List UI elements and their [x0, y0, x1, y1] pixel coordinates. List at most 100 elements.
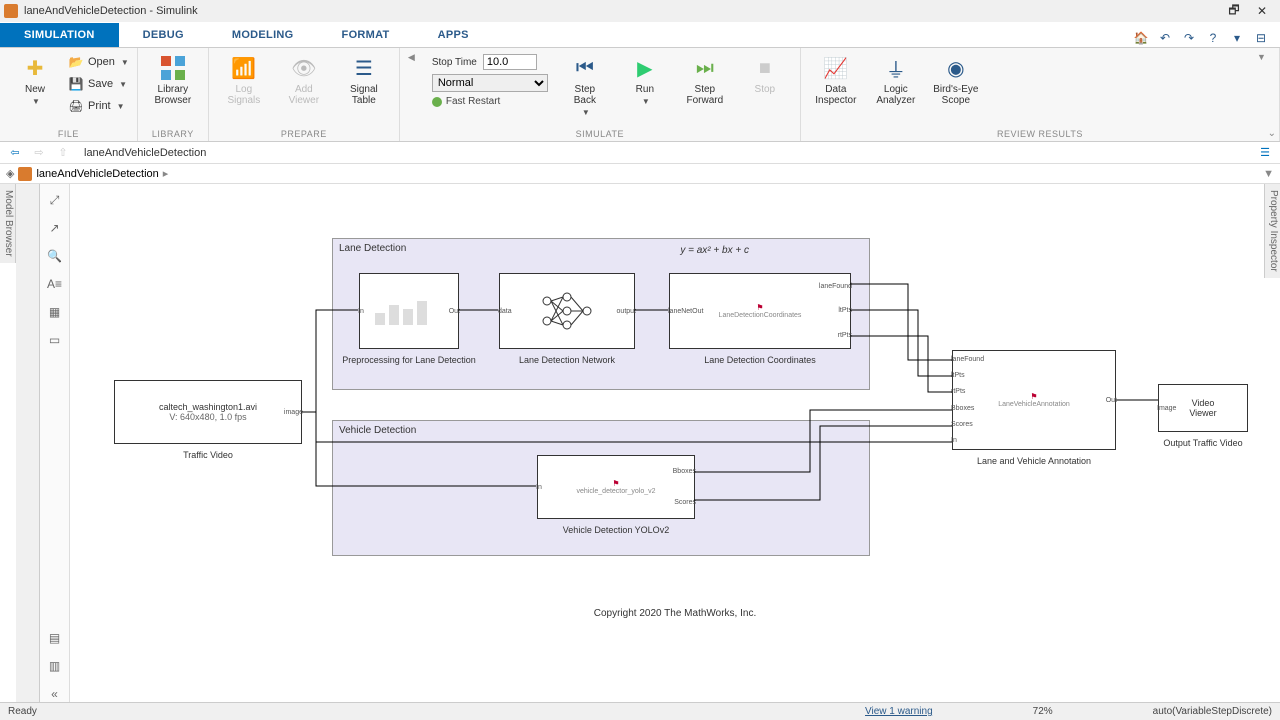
save-button[interactable]: 💾Save▼: [68, 74, 129, 94]
add-viewer-button[interactable]: 👁Add Viewer: [277, 52, 331, 108]
toolstrip: ✚ New ▼ 📂Open▼ 💾Save▼ 🖨Print▼ FILE Libra…: [0, 48, 1280, 142]
library-browser-button[interactable]: Library Browser: [146, 52, 200, 108]
window-title-sep: -: [146, 5, 156, 17]
block-vehicle-yolo[interactable]: In BboxesScores ⚑ vehicle_detector_yolo_…: [537, 455, 695, 519]
undo-icon[interactable]: ↶: [1156, 29, 1174, 47]
nav-back-button[interactable]: ⇦: [6, 144, 24, 162]
window-title-suffix: Simulink: [156, 5, 198, 17]
fast-restart-icon: [432, 97, 442, 107]
table-icon: ☰: [350, 54, 378, 82]
home-icon[interactable]: 🏠: [1132, 29, 1150, 47]
block-video-viewer[interactable]: Image Video Viewer: [1158, 384, 1248, 432]
block-annotation-label: Lane and Vehicle Annotation: [977, 456, 1091, 466]
tab-apps[interactable]: APPS: [414, 23, 493, 47]
area-tool-icon[interactable]: ▭: [47, 332, 63, 348]
log-signals-button[interactable]: 📶Log Signals: [217, 52, 271, 108]
stop-icon: ■: [751, 54, 779, 82]
view-options-icon[interactable]: ☰: [1256, 144, 1274, 162]
minimize-ribbon-icon[interactable]: ⊟: [1252, 29, 1270, 47]
data-inspector-button[interactable]: 📈Data Inspector: [809, 52, 863, 108]
status-zoom[interactable]: 72%: [1033, 706, 1053, 717]
model-canvas[interactable]: Lane Detection y = ax² + bx + c In Out P…: [70, 184, 1280, 702]
breadcrumb-bar: ◈ laneAndVehicleDetection ▸ ▼: [0, 164, 1280, 184]
tab-format[interactable]: FORMAT: [318, 23, 414, 47]
tab-modeling[interactable]: MODELING: [208, 23, 318, 47]
window-title-app: laneAndVehicleDetection: [24, 5, 146, 17]
step-back-icon: ⏮: [571, 54, 599, 82]
prev-config-button[interactable]: ◀: [408, 52, 422, 63]
block-preprocessing-label: Preprocessing for Lane Detection: [342, 355, 476, 365]
lane-equation: y = ax² + bx + c: [680, 245, 749, 256]
group-prepare: 📶Log Signals 👁Add Viewer ☰Signal Table P…: [209, 48, 400, 141]
subsystem-vehicle-detection[interactable]: Vehicle Detection In BboxesScores ⚑ vehi…: [332, 420, 870, 556]
library-icon: [159, 54, 187, 82]
annotation-tool-icon[interactable]: A≡: [47, 276, 63, 292]
status-bar: Ready View 1 warning 72% auto(VariableSt…: [0, 702, 1280, 720]
step-forward-button[interactable]: ⏭Step Forward: [678, 52, 732, 108]
palette-item-2-icon[interactable]: ▥: [47, 658, 63, 674]
block-lane-coordinates-label: Lane Detection Coordinates: [704, 355, 816, 365]
open-button[interactable]: 📂Open▼: [68, 52, 129, 72]
arrow-tool-icon[interactable]: ↗: [47, 220, 63, 236]
group-simulate: ◀ Stop Time Normal Fast Restart ⏮Step Ba…: [400, 48, 801, 141]
help-dropdown-icon[interactable]: ▾: [1228, 29, 1246, 47]
close-button[interactable]: ✕: [1248, 1, 1276, 21]
status-warning[interactable]: View 1 warning: [865, 706, 933, 717]
model-icon: [18, 167, 32, 181]
breadcrumb-root[interactable]: laneAndVehicleDetection: [36, 168, 158, 180]
step-back-button[interactable]: ⏮Step Back▼: [558, 52, 612, 119]
image-tool-icon[interactable]: ▦: [47, 304, 63, 320]
breadcrumb-chevron-icon[interactable]: ▸: [163, 167, 169, 180]
preprocessing-thumb-icon: [369, 291, 449, 331]
block-preprocessing[interactable]: In Out: [359, 273, 459, 349]
stop-button[interactable]: ■Stop: [738, 52, 792, 97]
block-vehicle-yolo-label: Vehicle Detection YOLOv2: [563, 525, 669, 535]
subsystem-lane-title: Lane Detection: [339, 243, 406, 254]
more-review-button[interactable]: ▼: [1257, 52, 1266, 62]
model-hierarchy-icon[interactable]: ◈: [6, 167, 14, 180]
run-button[interactable]: ▶Run▼: [618, 52, 672, 108]
print-button[interactable]: 🖨Print▼: [68, 96, 129, 116]
canvas-palette: ⤢ ↗ 🔍 A≡ ▦ ▭ ▤ ▥ «: [40, 184, 70, 702]
folder-icon: 📂: [68, 54, 84, 70]
canvas-wrap: ⤢ ↗ 🔍 A≡ ▦ ▭ ▤ ▥ « Lane Detection y = ax…: [40, 184, 1280, 702]
block-lane-coordinates[interactable]: laneNetOut laneFoundltPtsrtPts ⚑ LaneDet…: [669, 273, 851, 349]
palette-item-1-icon[interactable]: ▤: [47, 630, 63, 646]
play-icon: ▶: [631, 54, 659, 82]
palette-collapse-icon[interactable]: «: [47, 686, 63, 702]
tab-simulation[interactable]: SIMULATION: [0, 23, 119, 47]
redo-icon[interactable]: ↷: [1180, 29, 1198, 47]
signal-icon: 📶: [230, 54, 258, 82]
property-inspector-tab[interactable]: Property Inspector: [1264, 184, 1280, 278]
fast-restart-toggle[interactable]: Fast Restart: [432, 96, 548, 107]
model-browser-tab[interactable]: Model Browser: [0, 184, 16, 263]
restore-button[interactable]: 🗗: [1220, 1, 1248, 21]
block-lane-network[interactable]: data output: [499, 273, 635, 349]
zoom-fit-icon[interactable]: ⤢: [47, 192, 63, 208]
block-annotation[interactable]: laneFoundltPtsrtPts BboxesScoresIn Out ⚑…: [952, 350, 1116, 450]
breadcrumb-dropdown-icon[interactable]: ▼: [1263, 168, 1274, 180]
group-library: Library Browser LIBRARY: [138, 48, 209, 141]
block-traffic-video-label: Traffic Video: [183, 450, 233, 460]
block-traffic-video[interactable]: caltech_washington1.avi V: 640x480, 1.0 …: [114, 380, 302, 444]
logic-analyzer-button[interactable]: ⏚Logic Analyzer: [869, 52, 923, 108]
nav-strip: ⇦ ⇨ ⇧ laneAndVehicleDetection ☰: [0, 142, 1280, 164]
nav-title: laneAndVehicleDetection: [84, 147, 206, 159]
subsystem-vehicle-title: Vehicle Detection: [339, 425, 416, 436]
stop-time-input[interactable]: [483, 54, 537, 70]
data-inspector-icon: 📈: [822, 54, 850, 82]
expand-ribbon-icon[interactable]: ⌄: [1268, 128, 1276, 139]
status-solver[interactable]: auto(VariableStepDiscrete): [1153, 706, 1272, 717]
sim-mode-select[interactable]: Normal: [432, 74, 548, 92]
tab-debug[interactable]: DEBUG: [119, 23, 208, 47]
signal-table-button[interactable]: ☰Signal Table: [337, 52, 391, 108]
zoom-tool-icon[interactable]: 🔍: [47, 248, 63, 264]
subsystem-lane-detection[interactable]: Lane Detection y = ax² + bx + c In Out P…: [332, 238, 870, 390]
block-video-viewer-label: Output Traffic Video: [1163, 438, 1242, 448]
status-ready: Ready: [8, 706, 37, 717]
viewer-icon: 👁: [290, 54, 318, 82]
block-lane-network-label: Lane Detection Network: [519, 355, 615, 365]
help-icon[interactable]: ?: [1204, 29, 1222, 47]
birds-eye-scope-button[interactable]: ◉Bird's-Eye Scope: [929, 52, 983, 108]
new-button[interactable]: ✚ New ▼: [8, 52, 62, 108]
